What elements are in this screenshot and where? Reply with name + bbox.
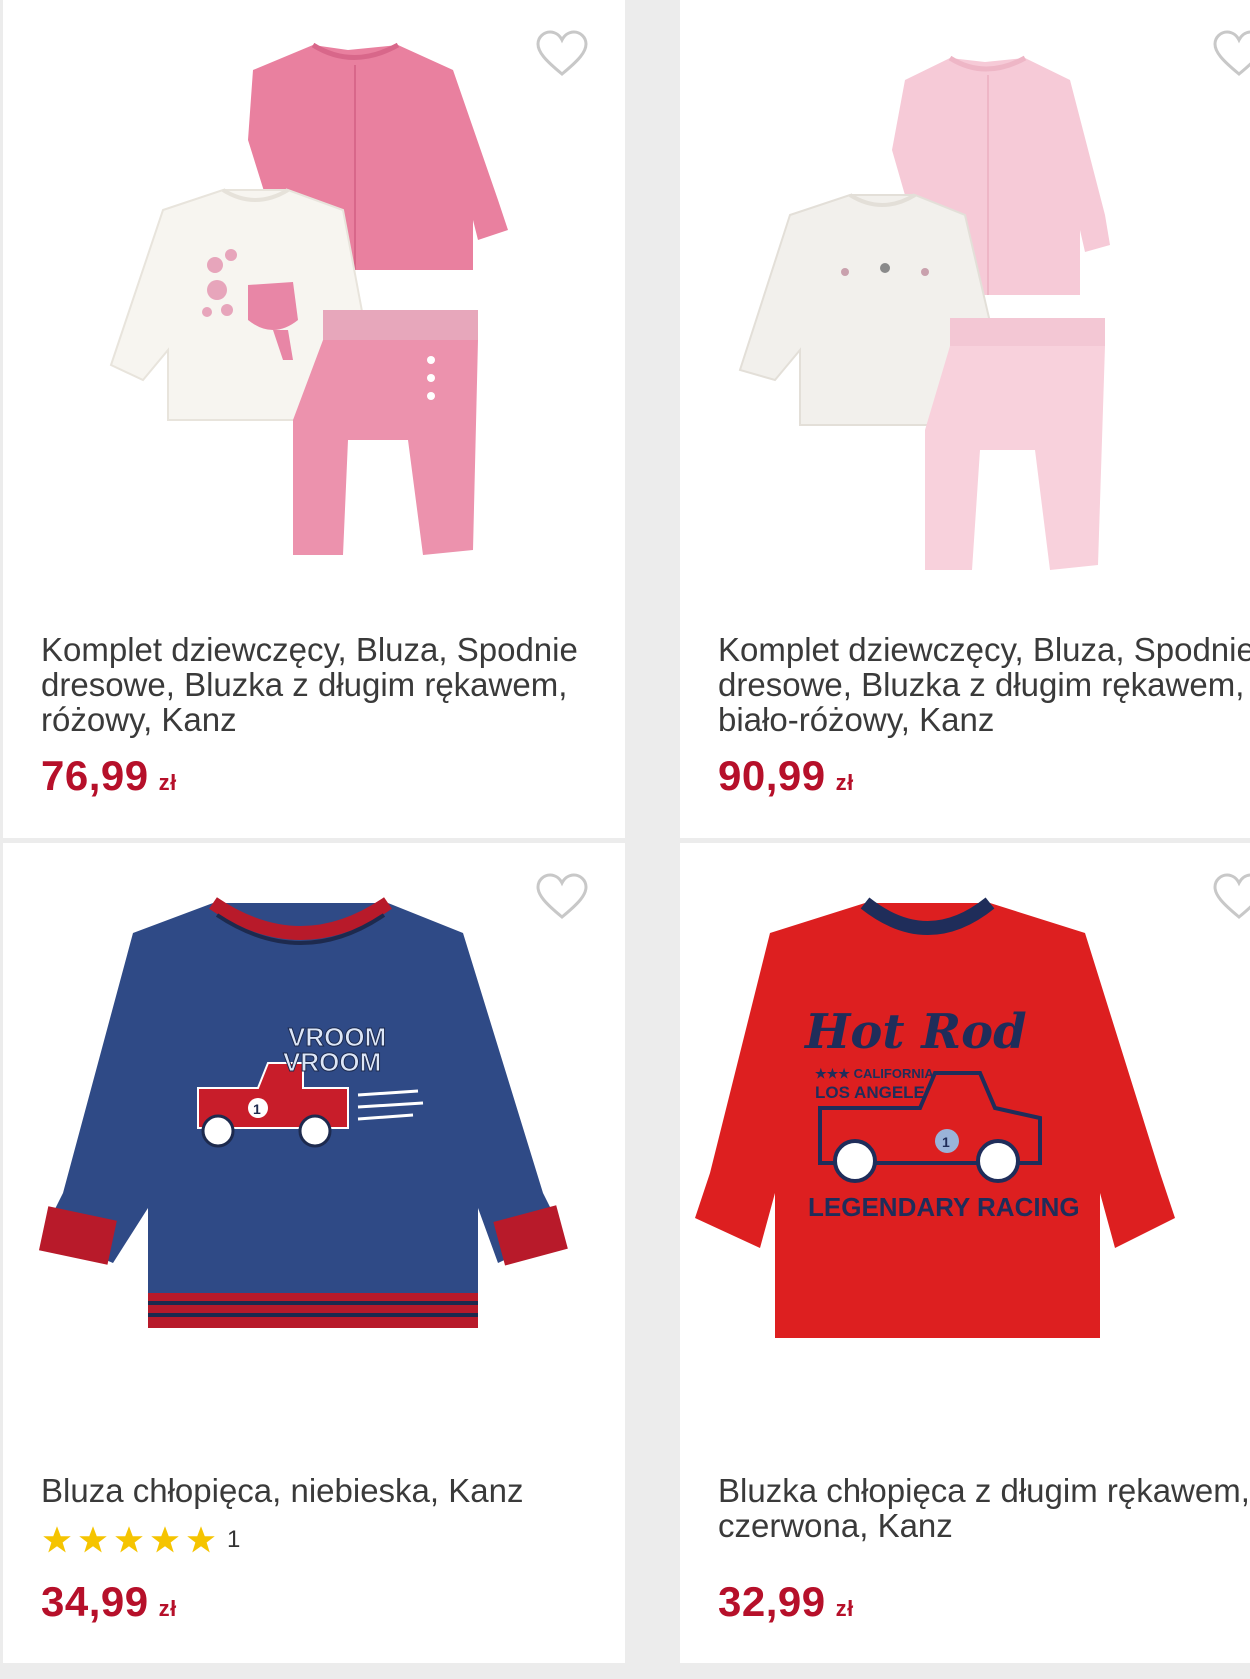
price-value: 76,99 [41, 752, 149, 799]
product-price: 90,99 zł [718, 752, 854, 800]
price-currency: zł [835, 1596, 854, 1621]
product-price: 76,99 zł [41, 752, 177, 800]
product-card[interactable]: Hot Rod ★★★ CALIFORNIA LOS ANGELES 1 LEG… [680, 843, 1250, 1663]
product-card[interactable]: Komplet dziewczęcy, Bluza, Spodnie dreso… [680, 0, 1250, 838]
price-currency: zł [158, 1596, 177, 1621]
star-icon [43, 1526, 71, 1553]
star-icon [115, 1526, 143, 1553]
navy-sweatshirt: 1 VROOM VROOM [38, 897, 568, 1328]
product-card[interactable]: 1 VROOM VROOM Bluza chłopięca, niebieska… [3, 843, 625, 1663]
product-image[interactable] [680, 20, 1250, 590]
product-title[interactable]: Bluzka chłopięca z długim rękawem, czerw… [718, 1473, 1250, 1543]
light-pink-pants [925, 318, 1105, 570]
star-icon [187, 1526, 215, 1553]
product-price: 34,99 zł [41, 1578, 177, 1626]
legendary-racing-text: LEGENDARY RACING [808, 1192, 1080, 1222]
price-value: 90,99 [718, 752, 826, 799]
product-image[interactable]: Hot Rod ★★★ CALIFORNIA LOS ANGELES 1 LEG… [680, 863, 1250, 1433]
red-long-sleeve-shirt: Hot Rod ★★★ CALIFORNIA LOS ANGELES 1 LEG… [695, 897, 1175, 1338]
rating-count: 1 [227, 1526, 241, 1553]
product-card[interactable]: Komplet dziewczęcy, Bluza, Spodnie dreso… [3, 0, 625, 838]
hot-rod-text: Hot Rod [803, 1004, 1027, 1060]
pink-pants [293, 310, 478, 555]
star-icon [151, 1526, 179, 1553]
product-title[interactable]: Bluza chłopięca, niebieska, Kanz [41, 1473, 581, 1508]
product-image[interactable]: 1 VROOM VROOM [3, 863, 625, 1433]
truck-number: 1 [253, 1101, 261, 1117]
california-text: ★★★ CALIFORNIA [815, 1066, 934, 1081]
star-icon [79, 1526, 107, 1553]
los-angeles-text: LOS ANGELES [815, 1083, 936, 1102]
price-value: 32,99 [718, 1578, 826, 1625]
rating: 1 [41, 1523, 240, 1557]
product-title[interactable]: Komplet dziewczęcy, Bluza, Spodnie dreso… [718, 632, 1250, 737]
price-currency: zł [158, 770, 177, 795]
price-currency: zł [835, 770, 854, 795]
product-title[interactable]: Komplet dziewczęcy, Bluza, Spodnie dreso… [41, 632, 581, 737]
product-image[interactable] [3, 20, 625, 590]
truck-number: 1 [942, 1134, 950, 1150]
vroom-text: VROOM [283, 1047, 381, 1077]
price-value: 34,99 [41, 1578, 149, 1625]
product-price: 32,99 zł [718, 1578, 854, 1626]
